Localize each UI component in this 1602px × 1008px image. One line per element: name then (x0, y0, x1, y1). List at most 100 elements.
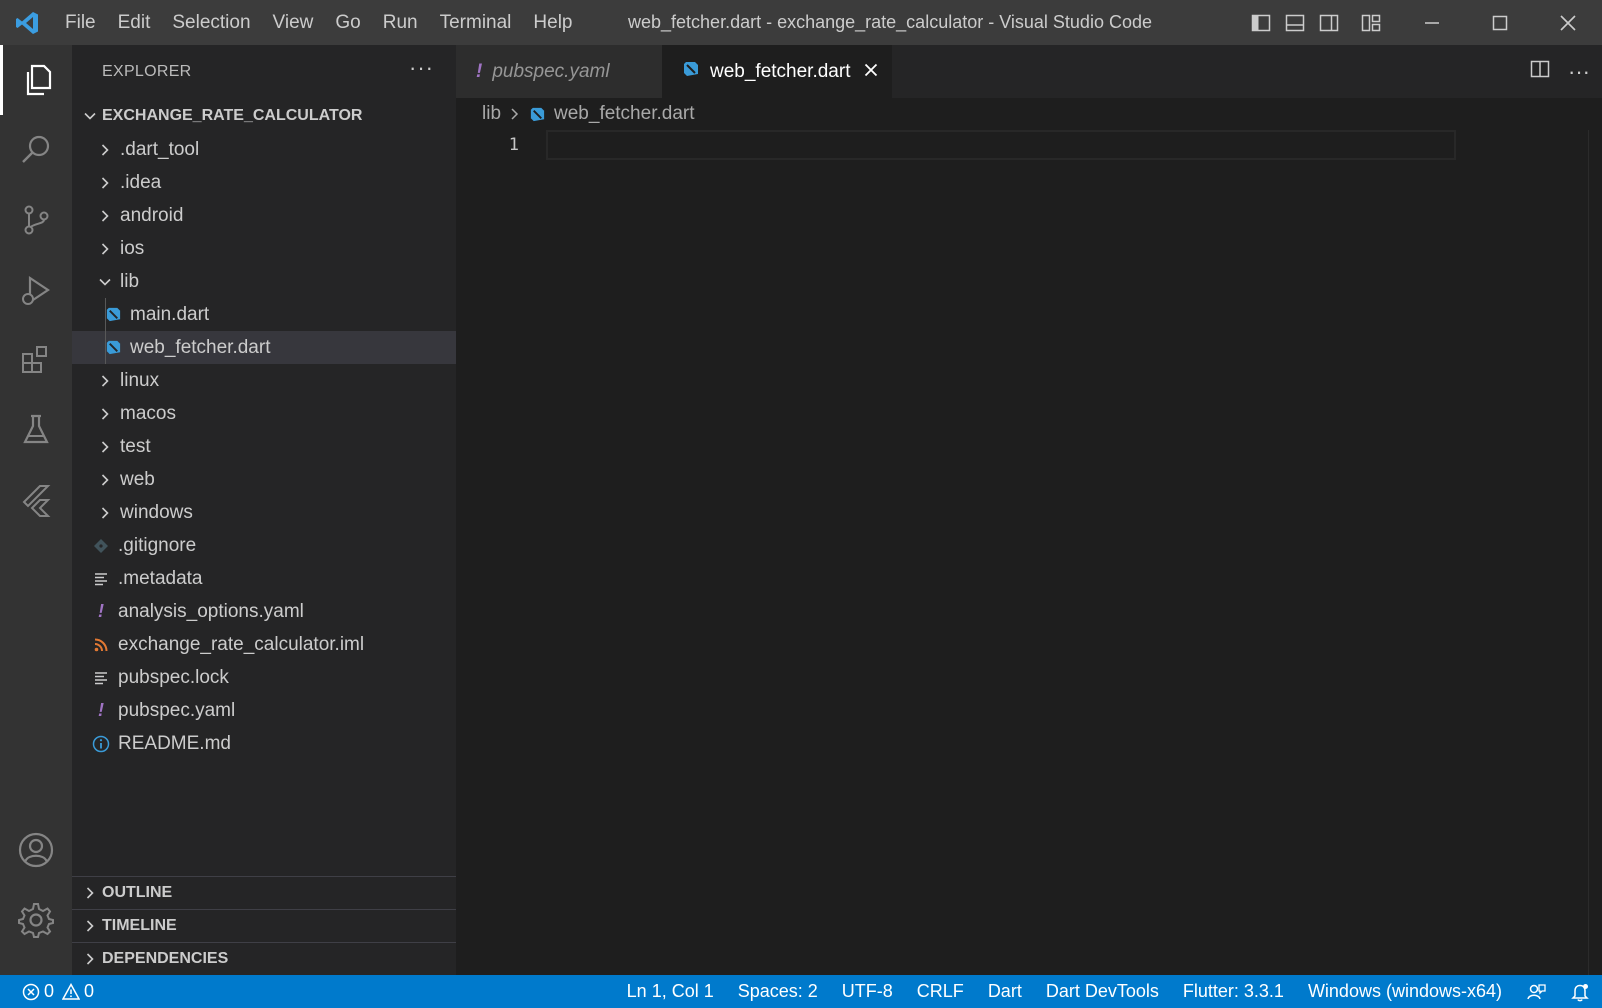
project-name: EXCHANGE_RATE_CALCULATOR (102, 107, 363, 124)
menu-file[interactable]: File (54, 0, 107, 45)
project-folder-header[interactable]: EXCHANGE_RATE_CALCULATOR (72, 99, 456, 133)
run-debug-icon[interactable] (0, 255, 72, 325)
flutter-icon[interactable] (0, 465, 72, 535)
activity-bar (0, 45, 72, 975)
account-icon[interactable] (0, 815, 72, 885)
extensions-icon[interactable] (0, 325, 72, 395)
layout-controls (1250, 0, 1382, 45)
file-item[interactable]: pubspec.lock (72, 661, 456, 694)
folder-item[interactable]: android (72, 199, 456, 232)
menu-run[interactable]: Run (372, 0, 429, 45)
feedback-icon[interactable] (1514, 982, 1558, 1002)
menu-selection[interactable]: Selection (161, 0, 261, 45)
line-ending[interactable]: CRLF (905, 981, 976, 1002)
problems-indicator[interactable]: 0 0 (0, 981, 94, 1002)
folder-item[interactable]: lib (72, 265, 456, 298)
file-item[interactable]: main.dart (72, 298, 456, 331)
tree-item-label: web (120, 468, 155, 490)
editor-more-actions-icon[interactable]: ··· (1568, 59, 1590, 85)
status-right-items: Ln 1, Col 1 Spaces: 2 UTF-8 CRLF Dart Da… (615, 975, 1602, 1008)
file-item[interactable]: .gitignore (72, 529, 456, 562)
dart-devtools[interactable]: Dart DevTools (1034, 981, 1171, 1002)
dependencies-section[interactable]: DEPENDENCIES (72, 942, 456, 975)
tab-pubspec-yaml[interactable]: ! pubspec.yaml (456, 45, 662, 98)
code-line: 1 (456, 130, 1496, 160)
editor-actions: ··· (1530, 45, 1590, 98)
status-bar: 0 0 Ln 1, Col 1 Spaces: 2 UTF-8 CRLF Dar… (0, 975, 1602, 1008)
notifications-bell-icon[interactable] (1558, 982, 1602, 1002)
source-control-icon[interactable] (0, 185, 72, 255)
tab-label: pubspec.yaml (492, 60, 610, 82)
cursor-position[interactable]: Ln 1, Col 1 (615, 981, 726, 1002)
search-icon[interactable] (0, 115, 72, 185)
indentation[interactable]: Spaces: 2 (726, 981, 830, 1002)
menu-go[interactable]: Go (324, 0, 371, 45)
folder-item[interactable]: ios (72, 232, 456, 265)
tree-item-label: macos (120, 402, 176, 424)
chevron-down-icon (96, 275, 114, 289)
text-file-icon (90, 670, 112, 686)
chevron-right-icon (509, 107, 521, 121)
outline-section[interactable]: OUTLINE (72, 876, 456, 909)
tree-item-label: test (120, 435, 151, 457)
code-editor[interactable]: 1 (456, 130, 1602, 975)
folder-item[interactable]: test (72, 430, 456, 463)
split-editor-icon[interactable] (1530, 59, 1550, 84)
chevron-down-icon (78, 109, 102, 123)
file-item[interactable]: exchange_rate_calculator.iml (72, 628, 456, 661)
chevron-right-icon (96, 374, 114, 388)
menu-help[interactable]: Help (522, 0, 583, 45)
menu-edit[interactable]: Edit (107, 0, 162, 45)
minimize-icon[interactable] (1398, 0, 1466, 45)
manage-gear-icon[interactable] (0, 885, 72, 955)
target-device[interactable]: Windows (windows-x64) (1296, 981, 1514, 1002)
breadcrumb-file[interactable]: web_fetcher.dart (554, 103, 694, 125)
yaml-file-icon: ! (98, 601, 104, 621)
line-number: 1 (508, 135, 519, 155)
language-mode[interactable]: Dart (976, 981, 1034, 1002)
encoding[interactable]: UTF-8 (830, 981, 905, 1002)
chevron-right-icon (78, 886, 102, 900)
file-item[interactable]: ! analysis_options.yaml (72, 595, 456, 628)
file-item[interactable]: .metadata (72, 562, 456, 595)
tree-item-label: lib (120, 270, 140, 292)
explorer-icon[interactable] (0, 45, 72, 115)
flutter-version[interactable]: Flutter: 3.3.1 (1171, 981, 1296, 1002)
git-file-icon (90, 538, 112, 554)
chevron-right-icon (96, 407, 114, 421)
menu-terminal[interactable]: Terminal (429, 0, 523, 45)
more-actions-icon[interactable]: ··· (409, 55, 434, 81)
error-icon (22, 983, 40, 1001)
close-tab-icon[interactable] (864, 61, 878, 83)
chevron-right-icon (96, 176, 114, 190)
close-window-icon[interactable] (1534, 0, 1602, 45)
toggle-primary-sidebar-icon[interactable] (1250, 12, 1272, 34)
customize-layout-icon[interactable] (1360, 12, 1382, 34)
folder-item[interactable]: web (72, 463, 456, 496)
tree-item-label: .dart_tool (120, 138, 200, 160)
folder-item[interactable]: windows (72, 496, 456, 529)
file-item[interactable]: ! pubspec.yaml (72, 694, 456, 727)
file-item[interactable]: web_fetcher.dart (72, 331, 456, 364)
folder-item[interactable]: .dart_tool (72, 133, 456, 166)
tree-item-label: exchange_rate_calculator.iml (118, 633, 365, 655)
maximize-icon[interactable] (1466, 0, 1534, 45)
breadcrumb-folder[interactable]: lib (482, 103, 501, 125)
tree-item-label: web_fetcher.dart (130, 336, 271, 358)
folder-item[interactable]: linux (72, 364, 456, 397)
tab-web-fetcher-dart[interactable]: web_fetcher.dart (662, 45, 892, 98)
current-line-highlight (546, 130, 1456, 160)
testing-icon[interactable] (0, 395, 72, 465)
tree-item-label: .gitignore (118, 534, 197, 556)
folder-item[interactable]: macos (72, 397, 456, 430)
vertical-scrollbar[interactable] (1588, 130, 1602, 975)
toggle-secondary-sidebar-icon[interactable] (1318, 12, 1340, 34)
toggle-panel-icon[interactable] (1284, 12, 1306, 34)
timeline-section[interactable]: TIMELINE (72, 909, 456, 942)
menu-view[interactable]: View (262, 0, 325, 45)
folder-item[interactable]: .idea (72, 166, 456, 199)
chevron-right-icon (96, 209, 114, 223)
tab-bar: ! pubspec.yaml web_fetcher.dart ··· (456, 45, 1602, 98)
file-item[interactable]: README.md (72, 727, 456, 760)
window-title: web_fetcher.dart - exchange_rate_calcula… (628, 12, 1152, 32)
